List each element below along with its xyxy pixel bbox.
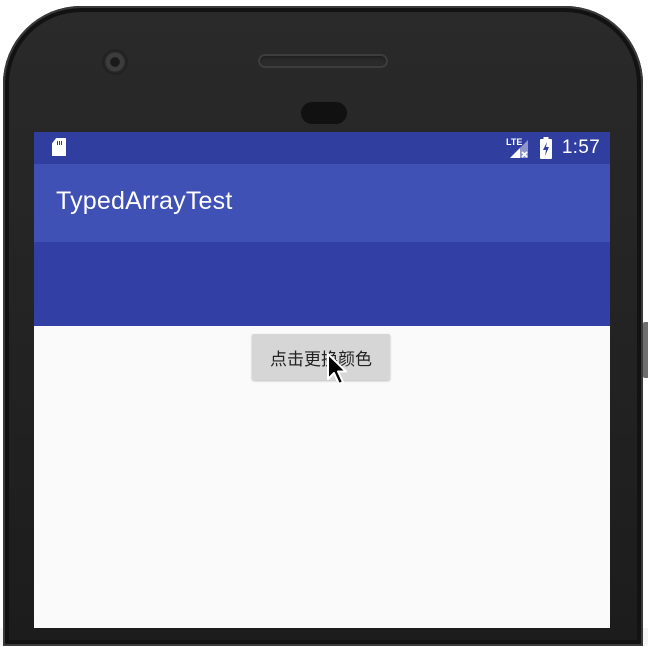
front-camera xyxy=(104,51,126,73)
screen: LTE 1:57 TypedArrayTest 点击更换颜色 xyxy=(34,132,610,628)
sd-card-icon xyxy=(52,138,66,156)
app-title: TypedArrayTest xyxy=(56,187,233,215)
network-type-label: LTE xyxy=(506,137,522,147)
app-bar: TypedArrayTest xyxy=(34,164,610,242)
power-button[interactable] xyxy=(643,322,648,378)
battery-charging-icon xyxy=(539,137,552,159)
status-clock: 1:57 xyxy=(561,137,600,158)
main-content: 点击更换颜色 xyxy=(34,326,610,628)
color-change-area xyxy=(34,242,610,326)
status-bar: LTE 1:57 xyxy=(34,132,610,164)
earpiece-speaker xyxy=(258,54,388,68)
change-color-button[interactable]: 点击更换颜色 xyxy=(252,334,390,380)
proximity-sensor xyxy=(301,102,347,124)
status-icons: LTE 1:57 xyxy=(506,132,600,164)
cell-signal-icon: LTE xyxy=(506,136,530,160)
device-frame: LTE 1:57 TypedArrayTest 点击更换颜色 xyxy=(0,0,648,646)
